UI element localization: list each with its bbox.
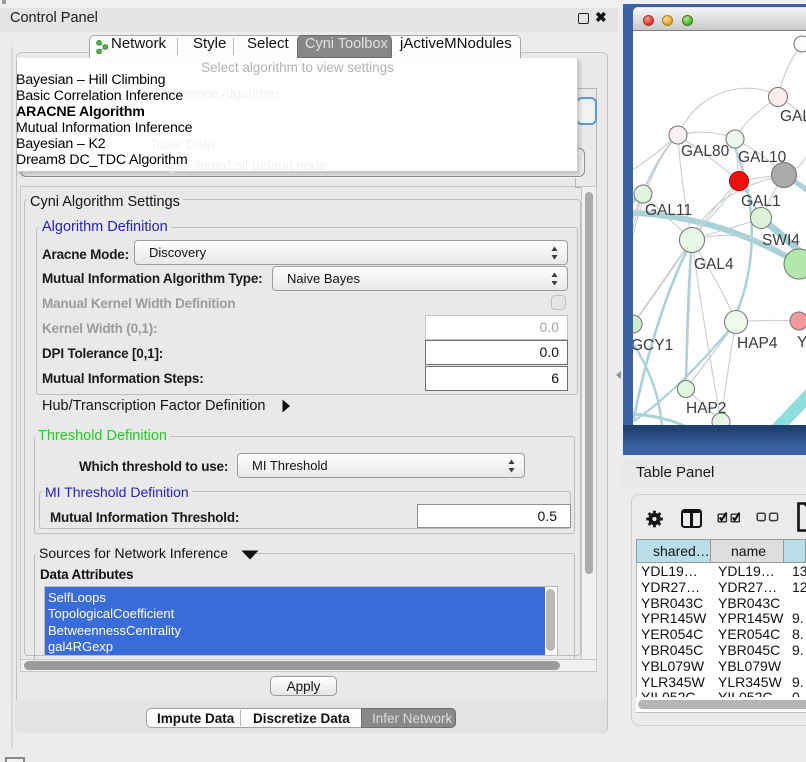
svg-text:Y: Y (797, 334, 806, 351)
svg-text:GAL10: GAL10 (738, 149, 787, 166)
svg-text:GAL2: GAL2 (780, 108, 806, 125)
svg-text:HAP2: HAP2 (686, 400, 727, 417)
svg-text:GAL11: GAL11 (645, 202, 692, 219)
svg-text:GAL80: GAL80 (681, 143, 730, 160)
svg-text:GCY1: GCY1 (633, 337, 673, 354)
svg-text:SWI4: SWI4 (762, 232, 800, 249)
svg-text:HAP4: HAP4 (737, 335, 778, 352)
svg-text:GAL1: GAL1 (741, 193, 781, 210)
svg-text:GAL4: GAL4 (694, 256, 734, 273)
